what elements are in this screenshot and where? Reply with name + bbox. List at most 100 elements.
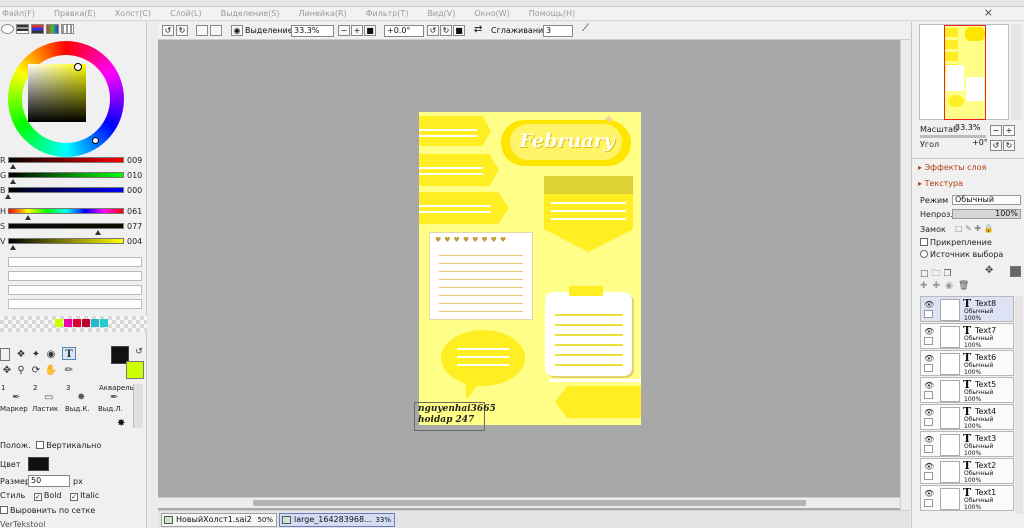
swatch[interactable] [73,319,81,327]
palette-mode-icon[interactable] [46,24,59,34]
mask-icon[interactable] [1010,266,1021,277]
menu-help[interactable]: Помощь(H) [529,9,575,18]
zoom-reset-icon[interactable]: ■ [364,25,376,36]
background-color[interactable] [126,361,144,379]
slider-s[interactable]: S 077 [0,221,147,235]
sv-marker[interactable] [92,137,99,144]
rotate-icon[interactable]: ⟳ [29,364,43,377]
layer-item[interactable]: 👁 T Text7 Обычный 100% [920,323,1014,349]
rgb-slider-mode-icon[interactable] [16,24,29,34]
brush-slot-select[interactable]: 3 ✸ Выд.К. [65,384,97,414]
layer-item[interactable]: 👁 T Text4 Обычный 100% [920,404,1014,430]
color-wheel[interactable] [8,41,124,157]
watermark-text-box[interactable]: nguyenhai3665 hoidap 247 [414,402,496,431]
rotation-field[interactable]: +0.0° [384,25,424,37]
swatch[interactable] [82,319,90,327]
selection-visible-icon[interactable]: ◉ [231,25,243,36]
scale-up-icon[interactable]: + [1003,125,1015,136]
undo-icon[interactable]: ↺ [162,25,174,36]
layer-item[interactable]: 👁 T Text6 Обычный 100% [920,350,1014,376]
rotate-reset-icon[interactable]: ■ [453,25,465,36]
view-rectangle[interactable] [944,25,986,120]
swatch[interactable] [100,319,108,327]
menu-layer[interactable]: Слой(L) [170,9,202,18]
text-color-box[interactable] [28,457,49,471]
pen-lock-icon[interactable] [924,310,933,318]
layer-item[interactable]: 👁 T Text3 Обычный 100% [920,431,1014,457]
tab-new-canvas[interactable]: НовыйХолст1.sai2 50% [161,513,277,527]
layer-list-scrollbar[interactable] [1015,296,1023,514]
shape-icon[interactable]: ◉ [44,348,58,361]
deselect-brush-icon[interactable]: ✸ [117,418,125,429]
text-tool-icon[interactable]: T [62,347,76,360]
angle-right-icon[interactable]: ↻ [1003,140,1015,151]
eye-icon[interactable]: 👁 [924,327,934,336]
color-box-3[interactable] [8,285,142,295]
color-box-2[interactable] [8,271,142,281]
clip-checkbox[interactable] [920,238,928,246]
transform-icon[interactable]: ✥ [985,265,993,276]
slider-g[interactable]: G 010 [0,170,147,184]
eyedropper-icon[interactable]: ✏ [62,364,76,377]
menu-window[interactable]: Окно(W) [474,9,509,18]
eye-icon[interactable]: 👁 [924,300,934,309]
lock-icons[interactable]: □ ✎ ✚ 🔒 [955,224,994,233]
menu-selection[interactable]: Выделение(S) [221,9,280,18]
layer-item[interactable]: 👁 T Text1 Обычный 100% [920,485,1014,511]
fill-layer-icon[interactable]: ◉ [945,281,958,291]
slider-v[interactable]: V 004 [0,236,147,250]
swatch[interactable] [91,319,99,327]
layer-effects-expander[interactable]: ▸ Эффекты слоя [918,163,986,172]
magic-wand-icon[interactable]: ✦ [29,348,43,361]
clear-layer-icon[interactable]: ✚ [933,281,946,291]
menu-ruler[interactable]: Линейка(R) [299,9,347,18]
navigator-scrollbar[interactable] [1011,24,1021,120]
color-wheel-mode-icon[interactable] [1,24,14,34]
text-size-input[interactable]: 50 [28,475,70,487]
menu-view[interactable]: Вид(V) [427,9,455,18]
zoom-out-icon[interactable]: − [338,25,350,36]
swap-colors-icon[interactable]: ↺ [132,346,146,359]
move-icon[interactable]: ✥ [0,364,14,377]
grid-align-checkbox[interactable] [0,506,8,514]
zoom-icon[interactable]: ⚲ [14,364,28,377]
slider-r[interactable]: R 009 [0,155,147,169]
tab-large-image[interactable]: large_164283968... 33% [279,513,395,527]
selection-source-radio[interactable] [920,250,928,258]
zoom-in-icon[interactable]: + [351,25,363,36]
navigator-preview[interactable] [919,24,1009,120]
slider-h[interactable]: H 061 [0,206,147,220]
redo-icon[interactable]: ↻ [176,25,188,36]
artwork[interactable]: February ✦ ♥♥♥♥♥♥♥♥ [419,112,641,425]
layer-item[interactable]: 👁 T Text5 Обычный 100% [920,377,1014,403]
menu-canvas[interactable]: Холст(C) [115,9,151,18]
menu-file[interactable]: Файл(F) [2,9,35,18]
layer-item[interactable]: 👁 T Text8 Обычный 100% [920,296,1014,322]
brush-slot-marker[interactable]: 1 ✒ Маркер [0,384,32,414]
smoothing-select[interactable]: 3 [543,25,573,37]
texture-expander[interactable]: ▸ Текстура [918,179,963,188]
rotate-left-icon[interactable]: ↺ [427,25,439,36]
delete-layer-icon[interactable]: 🗑 [958,281,974,291]
layer-item[interactable]: 👁 T Text2 Обычный 100% [920,458,1014,484]
slider-b[interactable]: B 000 [0,185,147,199]
brush-scrollbar[interactable] [133,384,143,428]
horizontal-scroll-thumb[interactable] [253,500,806,506]
saturation-value-square[interactable] [28,64,86,122]
swatch[interactable] [64,319,72,327]
zoom-field[interactable]: 33.3% [291,25,334,37]
italic-checkbox[interactable]: ✓ [70,493,79,501]
hsv-slider-mode-icon[interactable] [31,24,44,34]
eye-icon[interactable]: 👁 [924,354,934,363]
eye-icon[interactable]: 👁 [924,462,934,471]
straight-line-icon[interactable]: ⟋ [582,23,589,34]
flip-icon[interactable]: ⇄ [474,24,482,35]
swatch[interactable] [55,319,63,327]
angle-value[interactable]: +0° [970,139,990,149]
merge-down-icon[interactable]: ✚ [920,281,933,291]
new-folder-icon[interactable]: 🗀 [932,269,944,279]
opacity-slider[interactable]: 100% [952,209,1021,219]
eye-icon[interactable]: 👁 [924,435,934,444]
rect-select-icon[interactable] [0,348,10,361]
invert-selection-icon[interactable] [210,25,222,36]
